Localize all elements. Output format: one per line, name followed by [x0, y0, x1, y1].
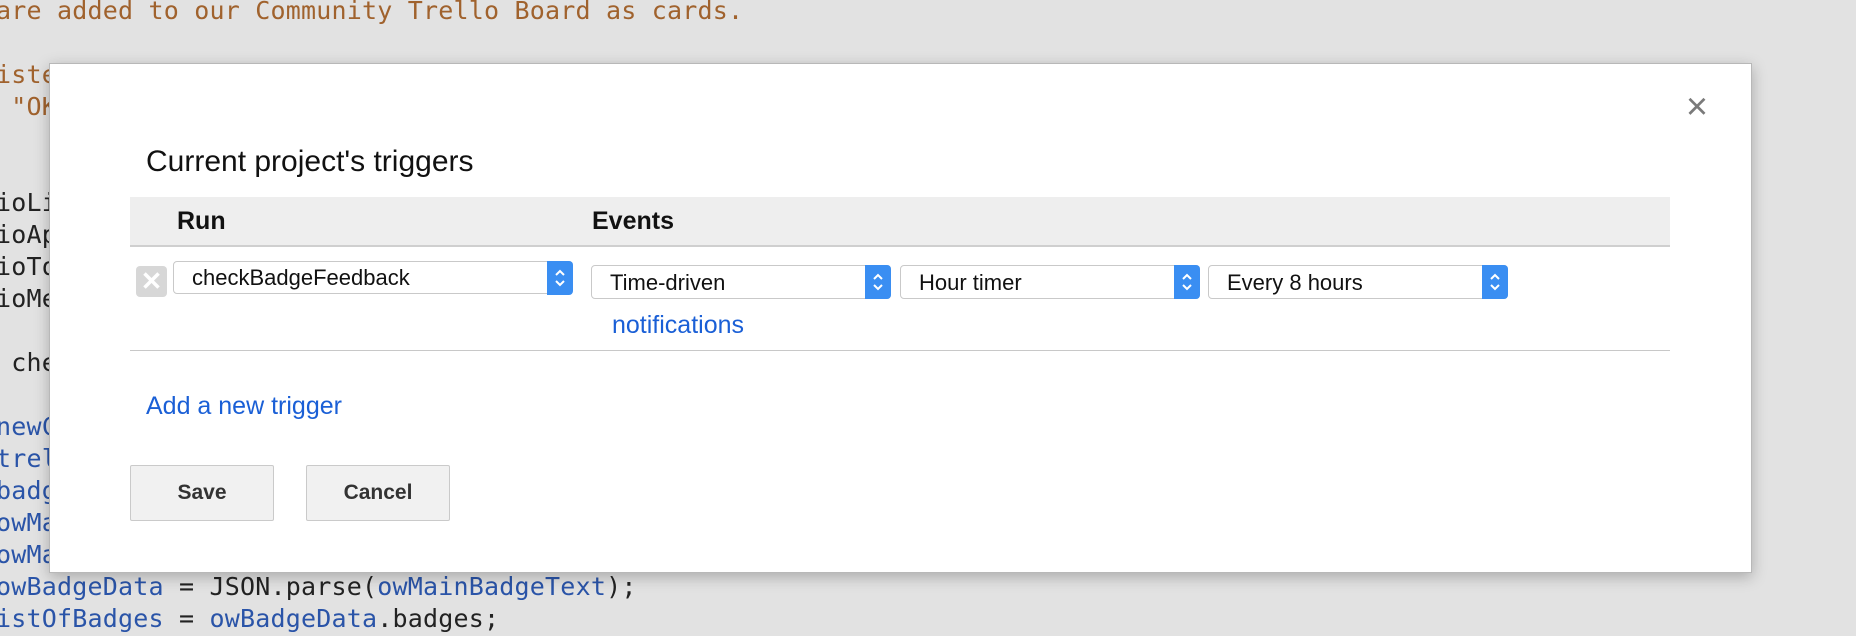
dialog-title: Current project's triggers: [146, 145, 474, 178]
close-icon[interactable]: ×: [1681, 87, 1713, 127]
notifications-link[interactable]: notifications: [612, 311, 744, 340]
column-header-events: Events: [592, 207, 674, 235]
triggers-table-header: Run Events: [130, 197, 1670, 247]
row-divider: [130, 350, 1670, 351]
delete-trigger-icon[interactable]: ✕: [136, 266, 167, 297]
column-header-run: Run: [177, 207, 226, 235]
interval-select[interactable]: Every 8 hours: [1208, 265, 1508, 299]
run-function-value: checkBadgeFeedback: [192, 265, 410, 290]
code-line: owBadgeData = JSON.parse(owMainBadgeText…: [0, 572, 637, 601]
triggers-dialog: [49, 63, 1752, 573]
run-function-select[interactable]: checkBadgeFeedback: [173, 261, 573, 295]
chevron-updown-icon: [865, 265, 891, 299]
timer-type-value: Hour timer: [919, 270, 1022, 295]
cancel-button[interactable]: Cancel: [306, 465, 450, 521]
chevron-updown-icon: [1174, 265, 1200, 299]
event-source-value: Time-driven: [610, 270, 726, 295]
interval-value: Every 8 hours: [1227, 270, 1363, 295]
save-button[interactable]: Save: [130, 465, 274, 521]
timer-type-select[interactable]: Hour timer: [900, 265, 1200, 299]
chevron-updown-icon: [547, 261, 573, 295]
event-source-select[interactable]: Time-driven: [591, 265, 891, 299]
chevron-updown-icon: [1482, 265, 1508, 299]
add-trigger-link[interactable]: Add a new trigger: [146, 392, 342, 421]
code-line: are added to our Community Trello Board …: [0, 0, 744, 25]
code-line: istOfBadges = owBadgeData.badges;: [0, 604, 500, 633]
